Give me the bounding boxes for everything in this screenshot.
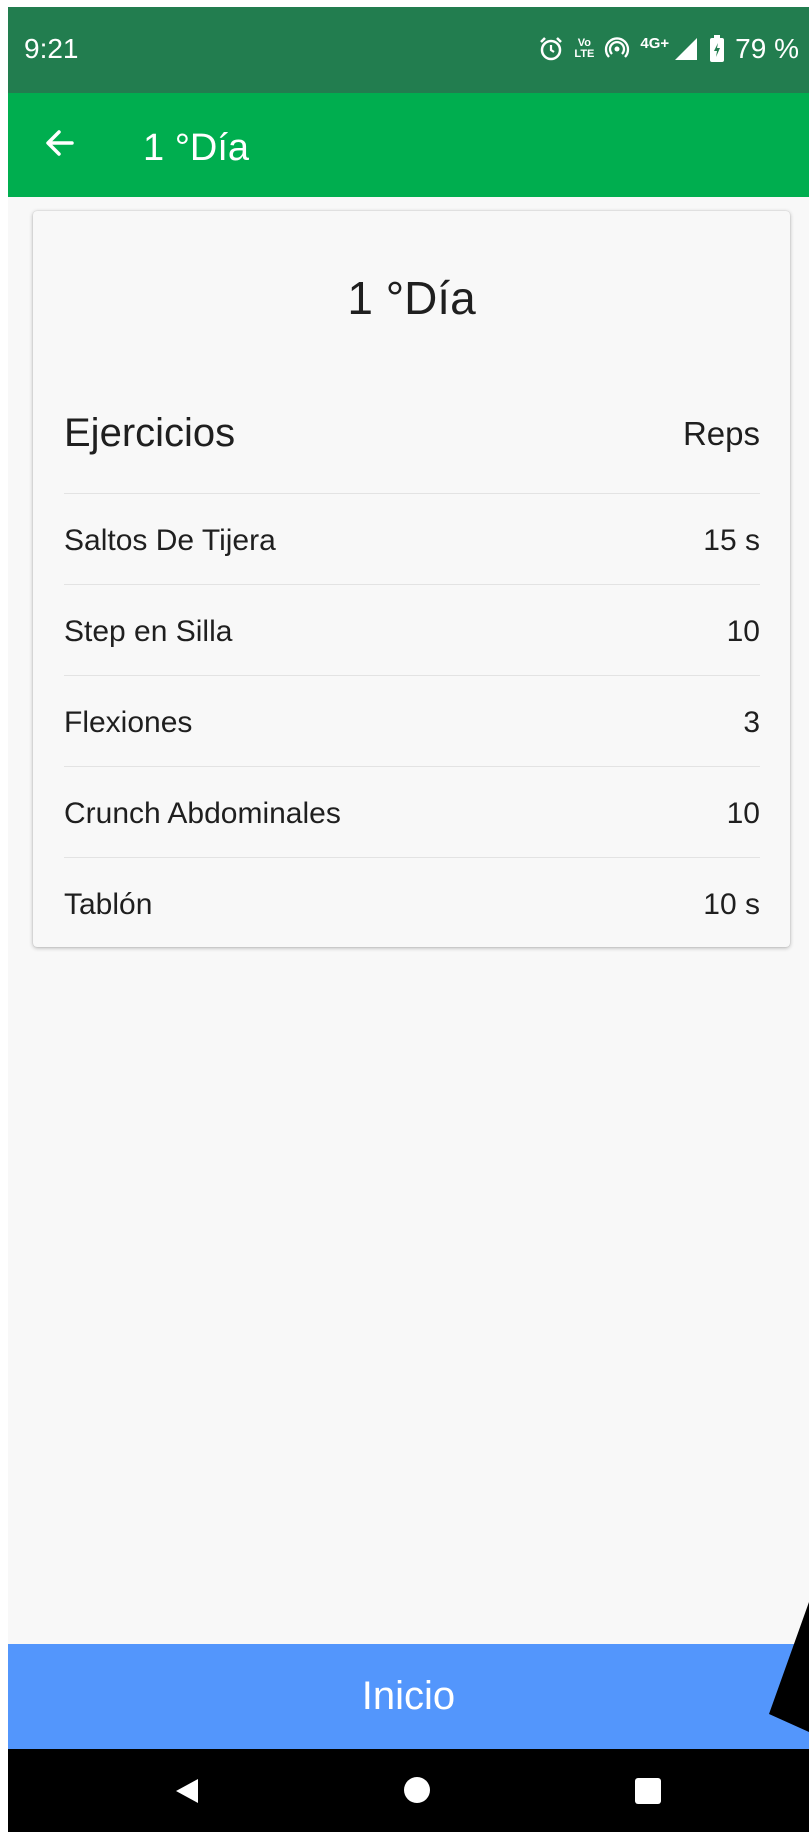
status-time: 9:21	[24, 33, 79, 64]
corner-overlay-shape	[769, 1602, 809, 1732]
exercise-name: Tablón	[64, 888, 153, 921]
battery-percent: 79 %	[735, 33, 799, 64]
exercise-reps: 10 s	[703, 888, 760, 921]
header-exercises: Ejercicios	[64, 411, 236, 455]
header-reps: Reps	[682, 415, 760, 452]
routine-card: 1 °Día Ejercicios Reps Saltos De Tijera …	[33, 211, 790, 947]
exercise-reps: 10	[726, 615, 760, 648]
status-bar: 9:21 Vo LTE 4G+ 79 %	[8, 7, 809, 93]
battery-icon	[710, 35, 725, 62]
volte-bottom-text: LTE	[574, 48, 595, 60]
exercise-name: Saltos De Tijera	[64, 524, 276, 557]
table-row: Step en Silla 10	[64, 585, 760, 676]
signal-icon	[675, 38, 698, 60]
table-header: Ejercicios Reps	[64, 391, 760, 494]
inicio-button[interactable]: Inicio	[8, 1644, 809, 1749]
arrow-left-icon[interactable]	[40, 123, 80, 163]
exercise-reps: 3	[743, 706, 760, 739]
hotspot-icon	[605, 37, 630, 58]
nav-recents-icon[interactable]	[635, 1778, 661, 1804]
volte-icon: Vo LTE	[574, 38, 594, 60]
exercise-name: Flexiones	[64, 706, 193, 739]
app-bar: 1 °Día	[8, 93, 809, 197]
alarm-icon	[540, 37, 563, 61]
navigation-bar	[8, 1749, 809, 1832]
exercise-table: Ejercicios Reps Saltos De Tijera 15 s St…	[64, 391, 760, 948]
exercise-name: Crunch Abdominales	[64, 797, 341, 830]
nav-home-icon[interactable]	[404, 1777, 430, 1803]
network-type: 4G+	[640, 34, 670, 52]
table-row: Crunch Abdominales 10	[64, 767, 760, 858]
table-row: Flexiones 3	[64, 676, 760, 767]
status-icons: Vo LTE 4G+ 79 %	[538, 31, 799, 67]
exercise-reps: 10	[726, 797, 760, 830]
exercise-reps: 15 s	[703, 524, 760, 557]
table-row: Saltos De Tijera 15 s	[64, 494, 760, 585]
app-screen: 9:21 Vo LTE 4G+ 79 % 1 °Día 1 °Día Ejerc…	[8, 7, 809, 1832]
card-title: 1 °Día	[347, 272, 476, 324]
page-title: 1 °Día	[143, 127, 250, 169]
exercise-name: Step en Silla	[64, 615, 233, 648]
table-row: Tablón 10 s	[64, 858, 760, 948]
inicio-button-label: Inicio	[361, 1674, 456, 1718]
nav-back-icon[interactable]	[174, 1778, 200, 1804]
